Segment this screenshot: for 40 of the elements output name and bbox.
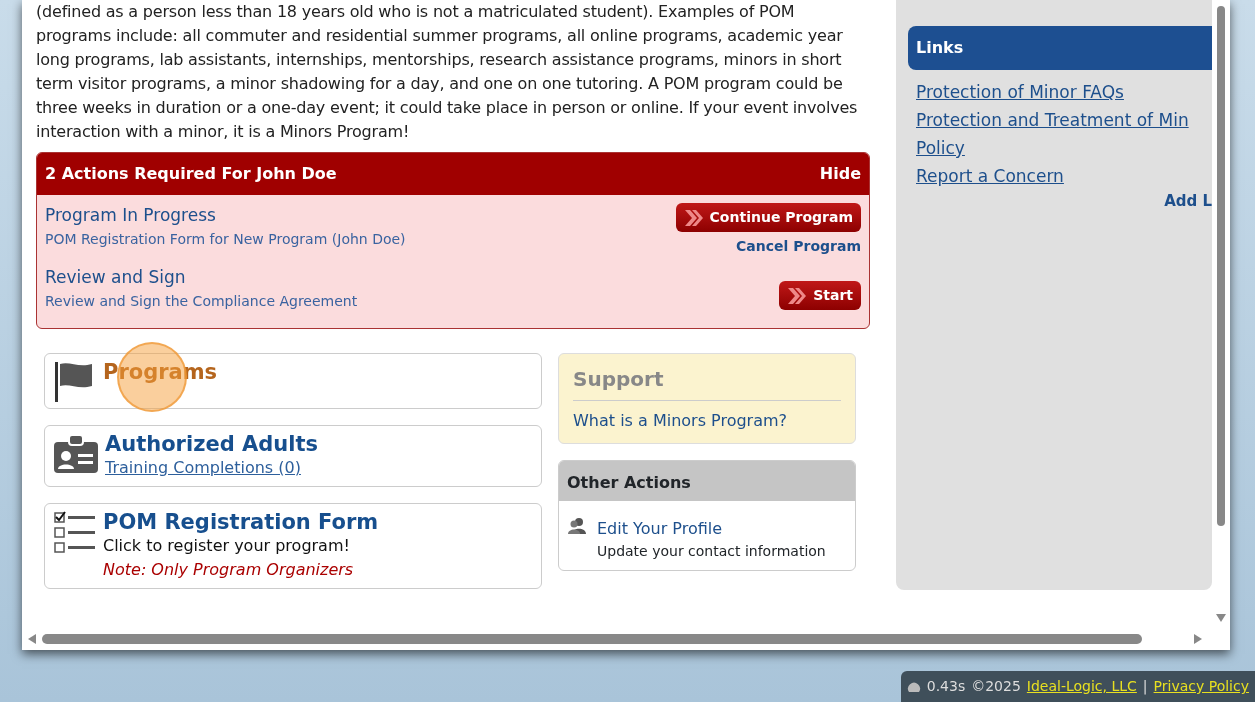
profile-description: Update your contact information — [597, 541, 826, 561]
copyright-text: ©2025 — [971, 677, 1021, 696]
action-title[interactable]: Review and Sign — [45, 265, 358, 291]
load-time: 0.43s — [926, 677, 966, 696]
double-chevron-icon — [683, 208, 704, 227]
sidebar-link[interactable]: Policy — [916, 134, 1212, 162]
tile-title[interactable]: POM Registration Form — [103, 509, 379, 534]
support-link[interactable]: What is a Minors Program? — [573, 408, 841, 433]
tile-title[interactable]: Authorized Adults — [105, 431, 318, 456]
action-title[interactable]: Program In Progress — [45, 203, 406, 229]
profile-link[interactable]: Edit Your Profile — [597, 516, 826, 541]
checklist-icon — [53, 509, 97, 556]
double-chevron-icon — [787, 286, 808, 305]
intro-paragraph: (defined as a person less than 18 years old who is not a matriculated student). Examples of POM programs include: all commuter and residential summer programs, all online programs, academic year long programs, lab assistants, internships, mentorships, research assistance programs, minors in short term visitor programs, a minor shadowing for a day, and one on one tutoring. A POM program could be three weeks in duration or a one-day event; it could take place in person or online. If your event involves interaction with a minor, it is a Minors Program! — [36, 1, 859, 143]
sidebar-link[interactable]: Protection of Minor FAQs — [916, 78, 1212, 106]
vertical-scrollbar[interactable] — [1217, 6, 1225, 526]
support-title: Support — [573, 363, 841, 401]
tile-note: Note: Only Program Organizers — [103, 558, 355, 581]
action-description: Review and Sign the Compliance Agreement — [45, 291, 358, 311]
actions-title: 2 Actions Required For John Doe — [45, 163, 337, 185]
separator-text: | — [1142, 677, 1148, 697]
hide-link[interactable]: Hide — [819, 162, 861, 186]
links-title: Links — [908, 26, 1212, 70]
scroll-right-icon[interactable] — [1194, 634, 1202, 644]
privacy-link[interactable]: Privacy Policy — [1153, 676, 1249, 697]
scroll-left-icon[interactable] — [28, 634, 36, 644]
sidebar-link[interactable]: Protection and Treatment of Min — [916, 106, 1212, 134]
action-button[interactable]: Continue Program — [675, 203, 861, 232]
cancel-link[interactable]: Cancel Program — [736, 236, 861, 257]
action-button[interactable]: Start — [779, 281, 861, 310]
tile-subtitle[interactable]: Training Completions (0) — [105, 455, 318, 480]
company-link[interactable]: Ideal-Logic, LLC — [1026, 676, 1137, 697]
tile-description: Click to register your program! — [103, 534, 351, 557]
horizontal-scrollbar[interactable] — [42, 634, 1142, 644]
other-actions-title: Other Actions — [559, 460, 855, 501]
add-link[interactable]: Add L — [908, 190, 1212, 213]
people-icon — [567, 516, 589, 535]
sidebar-link[interactable]: Report a Concern — [916, 162, 1212, 190]
scroll-down-icon[interactable] — [1216, 614, 1226, 622]
action-description: POM Registration Form for New Program (John Doe) — [45, 229, 406, 249]
